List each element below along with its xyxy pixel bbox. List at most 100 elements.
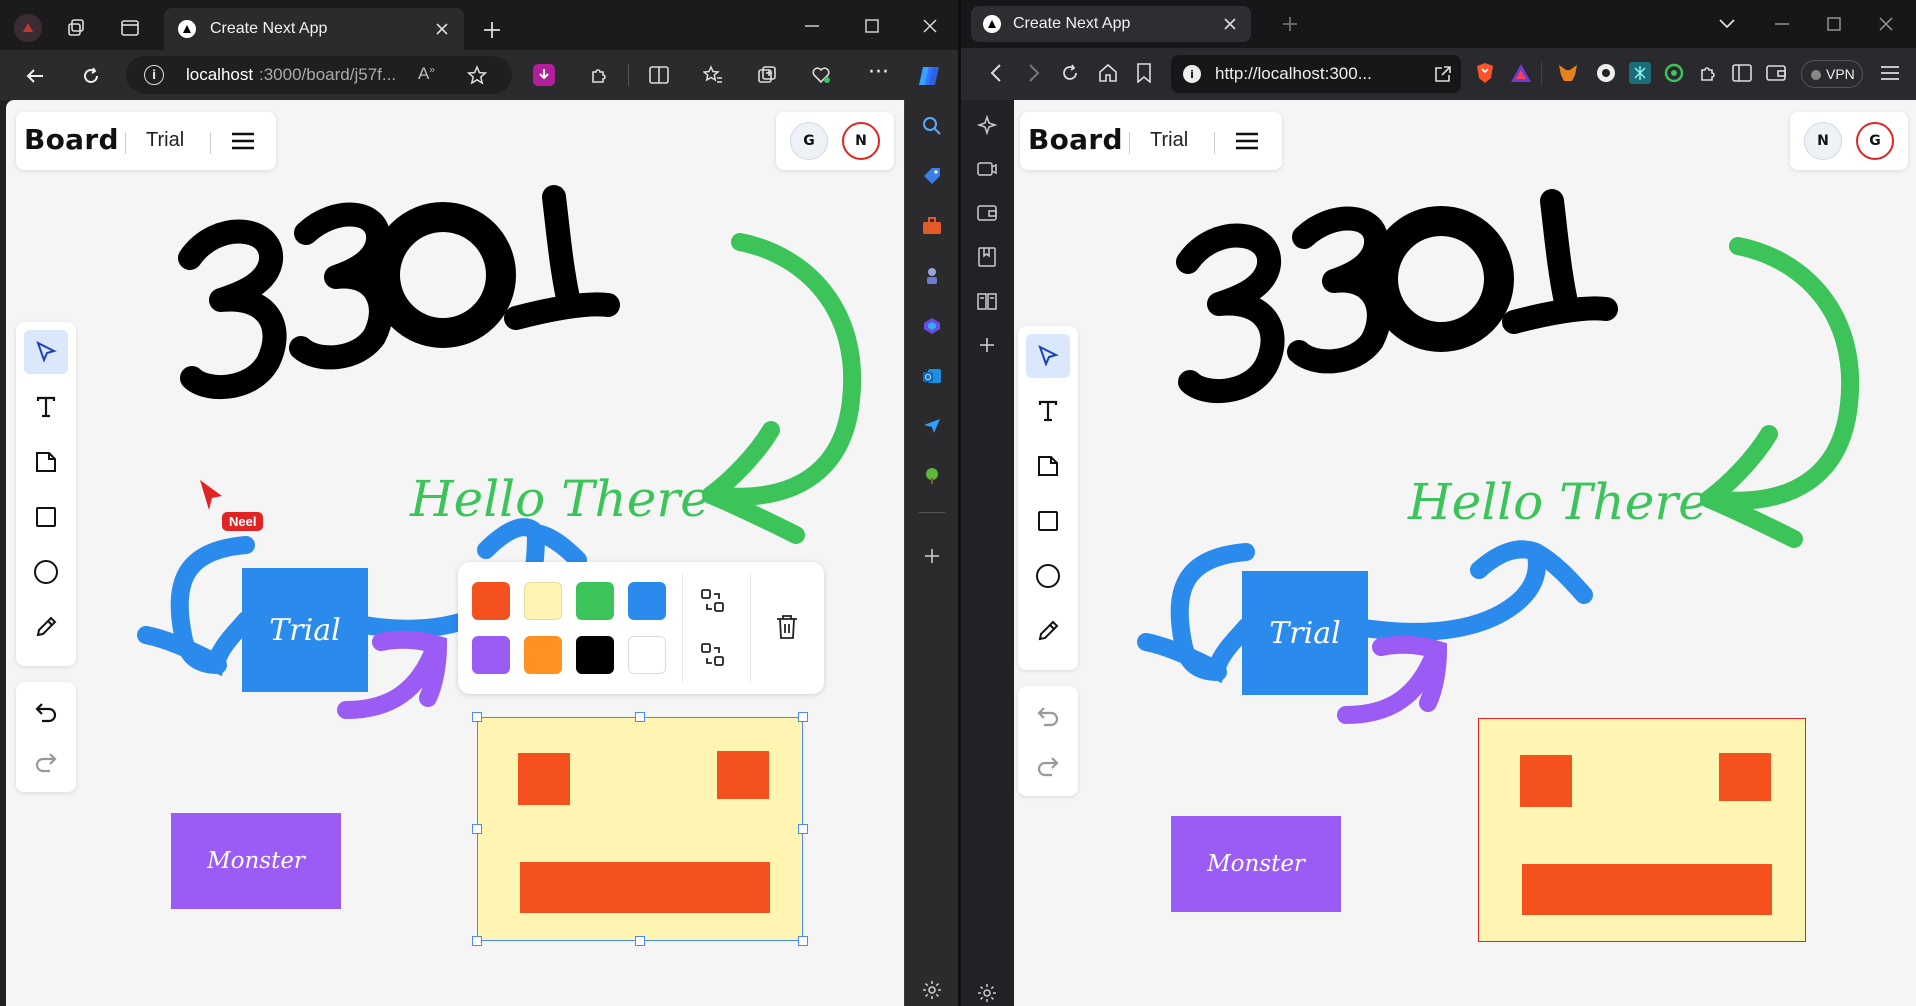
- minimize-icon[interactable]: [1771, 13, 1793, 35]
- redo-icon[interactable]: [24, 740, 68, 784]
- board-name[interactable]: Trial: [146, 129, 184, 152]
- main-menu-icon[interactable]: [1879, 62, 1901, 84]
- add-sidebar-app-icon[interactable]: [920, 544, 944, 568]
- avatar[interactable]: G: [790, 122, 828, 160]
- site-info-icon[interactable]: i: [144, 65, 164, 85]
- text-tool-icon[interactable]: [1026, 389, 1070, 433]
- split-screen-icon[interactable]: [648, 64, 670, 86]
- browser-essentials-icon[interactable]: [810, 64, 832, 86]
- share-icon[interactable]: [1433, 64, 1453, 84]
- more-menu-icon[interactable]: ···: [868, 60, 889, 85]
- back-icon[interactable]: [22, 63, 48, 89]
- resize-handle[interactable]: [472, 936, 482, 946]
- sticky-note-tool-icon[interactable]: [24, 440, 68, 484]
- brave-rewards-icon[interactable]: [1509, 61, 1533, 85]
- extensions-icon[interactable]: [588, 64, 610, 86]
- close-window-icon[interactable]: [918, 14, 942, 38]
- sidebar-toggle-icon[interactable]: [1731, 62, 1753, 84]
- profile-icon[interactable]: [14, 14, 42, 42]
- pen-tool-icon[interactable]: [24, 605, 68, 649]
- read-aloud-icon[interactable]: A»: [418, 64, 435, 84]
- games-icon[interactable]: [920, 264, 944, 288]
- forward-icon[interactable]: [1023, 62, 1045, 84]
- text-tool-icon[interactable]: [24, 385, 68, 429]
- board-name[interactable]: Trial: [1150, 129, 1188, 152]
- ellipse-tool-icon[interactable]: [1026, 554, 1070, 598]
- avatar[interactable]: N: [1804, 122, 1842, 160]
- resize-handle[interactable]: [472, 712, 482, 722]
- brave-talk-icon[interactable]: [976, 158, 998, 180]
- resize-handle[interactable]: [472, 824, 482, 834]
- extension-circle-icon[interactable]: [1595, 62, 1617, 84]
- reading-list-icon[interactable]: [976, 290, 998, 312]
- resize-handle[interactable]: [798, 712, 808, 722]
- sidebar-settings-icon[interactable]: [976, 982, 998, 1004]
- avatar-current-user[interactable]: N: [842, 122, 880, 160]
- sidebar-settings-icon[interactable]: [920, 978, 944, 1002]
- collections-icon[interactable]: [756, 64, 778, 86]
- refresh-icon[interactable]: [78, 63, 104, 89]
- vpn-button[interactable]: VPN: [1801, 60, 1863, 88]
- active-tab[interactable]: Create Next App: [971, 6, 1251, 42]
- extension-grid-icon[interactable]: [1629, 62, 1651, 84]
- face-sticky-shape[interactable]: [1478, 718, 1806, 942]
- bring-to-front-icon[interactable]: [698, 586, 728, 616]
- maximize-icon[interactable]: [1823, 13, 1845, 35]
- new-tab-icon[interactable]: [1279, 13, 1301, 35]
- back-icon[interactable]: [985, 62, 1007, 84]
- leo-ai-icon[interactable]: [976, 114, 998, 136]
- resize-handle[interactable]: [798, 824, 808, 834]
- rectangle-tool-icon[interactable]: [1026, 499, 1070, 543]
- metamask-icon[interactable]: [1557, 62, 1579, 84]
- close-tab-icon[interactable]: [432, 19, 452, 39]
- sticky-note-tool-icon[interactable]: [1026, 444, 1070, 488]
- add-sidebar-item-icon[interactable]: [976, 334, 998, 356]
- app-title[interactable]: Board: [1028, 123, 1123, 156]
- send-to-back-icon[interactable]: [698, 640, 728, 670]
- address-bar[interactable]: i localhost :3000/board/j57f... A»: [126, 56, 512, 94]
- resize-handle[interactable]: [635, 936, 645, 946]
- wallet-icon[interactable]: [1765, 62, 1787, 84]
- rectangle-tool-icon[interactable]: [24, 495, 68, 539]
- tools-icon[interactable]: [920, 214, 944, 238]
- color-swatch-blue[interactable]: [628, 582, 666, 620]
- color-swatch-green[interactable]: [576, 582, 614, 620]
- bookmark-icon[interactable]: [1133, 62, 1155, 84]
- undo-icon[interactable]: [24, 690, 68, 734]
- close-tab-icon[interactable]: [1221, 15, 1239, 33]
- color-swatch-yellow[interactable]: [524, 582, 562, 620]
- tree-icon[interactable]: [920, 464, 944, 488]
- ellipse-tool-icon[interactable]: [24, 550, 68, 594]
- extensions-icon[interactable]: [1697, 62, 1719, 84]
- workspaces-icon[interactable]: [64, 16, 88, 40]
- brave-shields-icon[interactable]: [1473, 61, 1497, 85]
- favorite-star-icon[interactable]: [466, 64, 488, 86]
- color-swatch-orange[interactable]: [472, 582, 510, 620]
- active-tab[interactable]: Create Next App: [164, 8, 464, 50]
- microsoft365-icon[interactable]: [920, 314, 944, 338]
- color-swatch-black[interactable]: [576, 636, 614, 674]
- download-extension-icon[interactable]: [533, 64, 555, 86]
- select-tool-icon[interactable]: [1026, 334, 1070, 378]
- pen-tool-icon[interactable]: [1026, 609, 1070, 653]
- close-window-icon[interactable]: [1875, 13, 1897, 35]
- select-tool-icon[interactable]: [24, 330, 68, 374]
- trash-icon[interactable]: [772, 612, 802, 642]
- send-icon[interactable]: [920, 414, 944, 438]
- copilot-icon[interactable]: [916, 62, 944, 90]
- color-swatch-white[interactable]: [628, 636, 666, 674]
- redo-icon[interactable]: [1026, 744, 1070, 788]
- trial-shape[interactable]: Trial: [242, 568, 368, 692]
- app-title[interactable]: Board: [24, 123, 119, 156]
- minimize-icon[interactable]: [800, 14, 824, 38]
- avatar-current-user[interactable]: G: [1856, 122, 1894, 160]
- outlook-icon[interactable]: O: [920, 364, 944, 388]
- color-swatch-purple[interactable]: [472, 636, 510, 674]
- resize-handle[interactable]: [635, 712, 645, 722]
- hello-there-text[interactable]: Hello There: [1408, 473, 1708, 531]
- tab-actions-icon[interactable]: [118, 16, 142, 40]
- hamburger-menu-icon[interactable]: [230, 129, 256, 153]
- maximize-icon[interactable]: [860, 14, 884, 38]
- trial-shape[interactable]: Trial: [1242, 571, 1368, 695]
- hamburger-menu-icon[interactable]: [1234, 129, 1260, 153]
